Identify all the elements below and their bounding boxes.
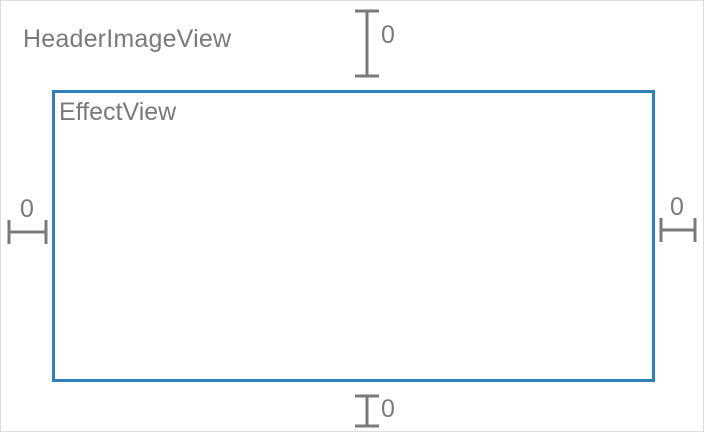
bottom-constraint-marker: [355, 394, 379, 428]
top-constraint-marker: [355, 9, 379, 78]
constraints-layer: [7, 9, 697, 428]
top-constraint-value: 0: [381, 21, 395, 49]
header-image-view: HeaderImageView EffectView 0 0 0 0: [0, 0, 704, 432]
bottom-constraint-value: 0: [381, 395, 395, 423]
right-constraint-value: 0: [670, 193, 684, 221]
left-constraint-value: 0: [20, 195, 34, 223]
left-constraint-marker: [7, 220, 48, 244]
right-constraint-marker: [659, 218, 697, 242]
